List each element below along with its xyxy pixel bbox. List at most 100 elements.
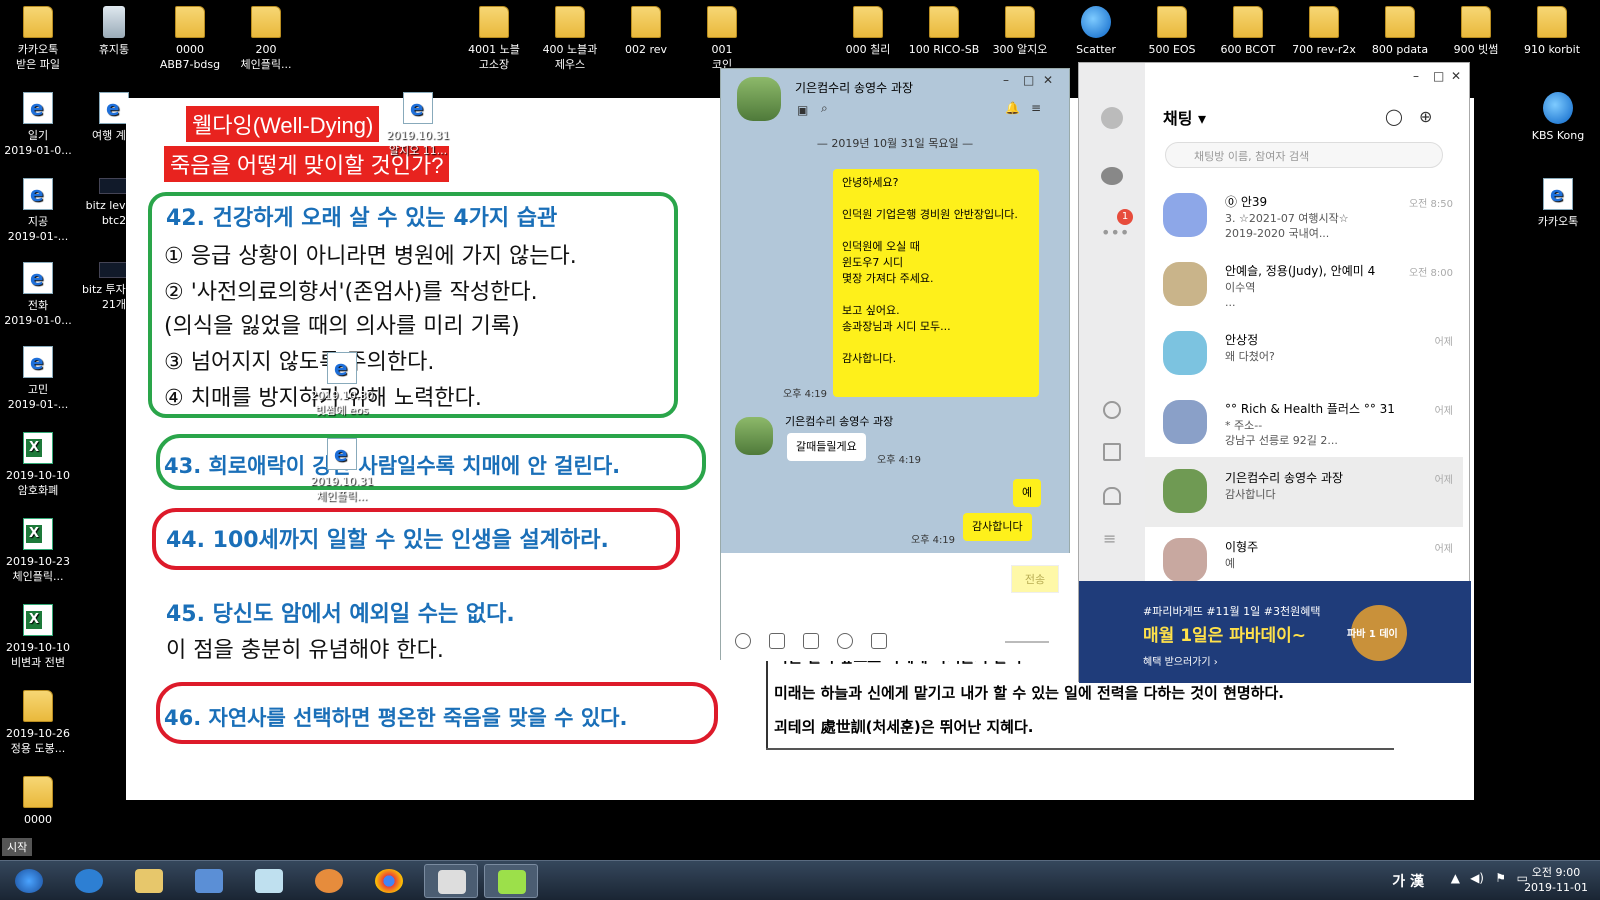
volume-icon[interactable]: ◀) [1470,871,1484,885]
chat-row-preview: 왜 다쳤어? [1225,350,1275,363]
desktop-icon-left-7[interactable]: 2019-10-10 암호화폐 [0,432,76,498]
desktop-icon-top-7[interactable]: 001 코인 [684,6,760,72]
desktop-icon-right-1[interactable]: 카카오톡 [1520,178,1596,229]
desktop-icon-top-8[interactable]: 000 칠리 [830,6,906,57]
calendar-icon[interactable] [871,633,887,649]
desktop-icon-top-2[interactable]: 0000 ABB7-bdsg [152,6,228,72]
taskbar-chrome[interactable] [362,864,416,898]
minimize-icon[interactable]: – [1003,73,1009,87]
desktop-icon-label: 지공 2019-01-... [7,215,69,243]
bell-icon[interactable]: 🔔 [1005,101,1020,115]
my-message-3[interactable]: 감사합니다 [963,513,1032,541]
my-message-2[interactable]: 예 [1013,479,1042,507]
taskbar-app-glass[interactable] [242,864,296,898]
desktop-icon-top-10[interactable]: 300 알지오 [982,6,1058,57]
maximize-icon[interactable]: □ [1023,73,1034,87]
folder-icon [1157,6,1187,38]
drawer-icon[interactable]: ▣ [797,103,808,117]
clock-time: 오전 9:00 [1531,866,1581,879]
search-icon[interactable]: ⌕ [821,101,828,116]
chat-window[interactable]: 기은컴수리 송영수 과장 – □ ✕ ▣ ⌕ 🔔 ≡ — 2019년 10월 3… [720,68,1071,661]
desktop-icon-left-4[interactable]: 전화 2019-01-0... [0,262,76,328]
my-message-1[interactable]: 안녕하세요? 인덕원 기업은행 경비원 안반장입니다. 인덕원에 오실 때 윈도… [833,169,1039,397]
desktop-icon-top-16[interactable]: 900 빗썸 [1438,6,1514,57]
chat-list-window[interactable]: ••• 1 ≡ – □ ✕ 채팅 ▾ ◯ ⊕ 채팅방 이름, 참여자 검색 ⓪ … [1078,62,1471,683]
menu-icon[interactable]: ≡ [1031,101,1041,115]
chat-row-preview: 이수역 ... [1225,281,1256,309]
ad-banner[interactable]: #파리바게뜨 #11월 1일 #3천원혜택 매월 1일은 파바데이~ 혜택 받으… [1079,581,1471,683]
desktop-icon-top-12[interactable]: 500 EOS [1134,6,1210,57]
chat-list-row[interactable]: 안예슬, 정용(Judy), 안예미 4 이수역 ... 오전 8:00 [1145,250,1463,320]
emoji-icon[interactable] [735,633,751,649]
desktop-icon-floating-2[interactable]: 2019.10.31 체인플릭... [304,438,380,504]
desktop-icon-left-11[interactable]: 0000 [0,776,76,827]
desktop-icon-top-3[interactable]: 200 체인플릭... [228,6,304,72]
their-message-1[interactable]: 갈때들릴게요 [787,433,866,461]
avatar [1163,262,1207,306]
desktop-icon-top-15[interactable]: 800 pdata [1362,6,1438,57]
taskbar-paint[interactable] [302,864,356,898]
ime-indicator[interactable]: 가 漢 [1392,871,1424,891]
desktop-icon-left-8[interactable]: 2019-10-23 체인플릭... [0,518,76,584]
desktop-icon-left-9[interactable]: 2019-10-10 비변과 전변 [0,604,76,670]
chats-icon[interactable] [1101,167,1123,185]
notification-icon[interactable] [1103,487,1121,505]
desktop-icon-top-17[interactable]: 910 korbit [1514,6,1590,57]
taskbar-app-blue[interactable] [182,864,236,898]
doc-icon [327,438,357,470]
send-button[interactable]: 전송 [1011,565,1059,593]
taskbar-ie[interactable] [62,864,116,898]
list-close-icon[interactable]: ✕ [1451,69,1461,83]
close-icon[interactable]: ✕ [1043,73,1053,87]
item-42-2b: (의식을 잃었을 때의 의사를 미리 기록) [164,314,520,339]
avatar [1163,193,1207,237]
open-chat-icon[interactable]: ◯ [1385,107,1403,126]
call-icon[interactable] [837,633,853,649]
chat-list-title[interactable]: 채팅 ▾ [1163,105,1206,129]
attach-icon[interactable] [769,633,785,649]
desktop-icon-left-2[interactable]: 지공 2019-01-... [0,178,76,244]
more-icon[interactable]: ••• [1101,223,1129,242]
flag-icon[interactable]: ⚑ [1495,871,1506,885]
volume-slider[interactable] [1005,641,1049,643]
desktop-icon-top-9[interactable]: 100 RICO-SB [906,6,982,57]
taskbar-kakaotalk[interactable] [484,864,538,898]
chat-list-row[interactable]: ⓪ 안39 3. ☆2021-07 여행시작☆ 2019-2020 국내여... 오… [1145,181,1463,251]
chat-room-avatar[interactable] [737,77,781,121]
list-minimize-icon[interactable]: – [1413,69,1419,83]
emoticon-icon[interactable] [1103,401,1121,419]
image-icon[interactable] [803,633,819,649]
desktop-icon-top-0[interactable]: 카카오톡 받은 파일 [0,6,76,72]
desktop-icon-top-11[interactable]: Scatter [1058,6,1134,57]
tray-arrow-icon[interactable]: ▲ [1451,871,1460,885]
sender-avatar[interactable] [735,417,773,455]
desktop-icon-right-0[interactable]: KBS Kong [1520,92,1596,143]
chat-search-input[interactable]: 채팅방 이름, 참여자 검색 [1165,142,1443,168]
ad-link[interactable]: 혜택 받으러가기 › [1143,653,1218,668]
start-button[interactable] [2,864,56,898]
chat-list-row[interactable]: 안상정 왜 다쳤어? 어제 [1145,319,1463,389]
desktop-icon-top-13[interactable]: 600 BCOT [1210,6,1286,57]
clock[interactable]: 오전 9:00 2019-11-01 [1524,865,1588,895]
settings-menu-icon[interactable]: ≡ [1103,529,1116,548]
desktop-icon-left-0[interactable]: 일기 2019-01-0... [0,92,76,158]
list-maximize-icon[interactable]: □ [1433,69,1444,83]
calendar-sidebar-icon[interactable] [1103,443,1121,461]
new-chat-icon[interactable]: ⊕ [1419,107,1432,126]
desktop-icon-top-14[interactable]: 700 rev-r2x [1286,6,1362,57]
taskbar-explorer[interactable] [122,864,176,898]
desktop-icon-top-1[interactable]: 휴지통 [76,6,152,57]
chat-list-row[interactable]: °° Rich & Health 플러스 °° 31 * 주소-- 강남구 선릉로… [1145,388,1463,458]
desktop-icon-top-5[interactable]: 400 노블과 제우스 [532,6,608,72]
desktop-icon-top-6[interactable]: 002 rev [608,6,684,57]
folder-icon [555,6,585,38]
desktop-icon-left-6[interactable]: 고민 2019-01-... [0,346,76,412]
chat-input-area[interactable]: 전송 [721,553,1071,661]
friends-icon[interactable] [1101,107,1123,129]
desktop-icon-top-4[interactable]: 4001 노블 고소장 [456,6,532,72]
desktop-icon-floating-1[interactable]: 2019.10.30 빗썸에 eos [304,352,380,418]
desktop-icon-left-10[interactable]: 2019-10-26 정용 도봉... [0,690,76,756]
taskbar-image-viewer[interactable] [424,864,478,898]
chat-list-row[interactable]: 기은컴수리 송영수 과장 감사합니다 어제 [1145,457,1463,527]
desktop-icon-floating-0[interactable]: 2019.10.31 알지오 11... [380,92,456,158]
